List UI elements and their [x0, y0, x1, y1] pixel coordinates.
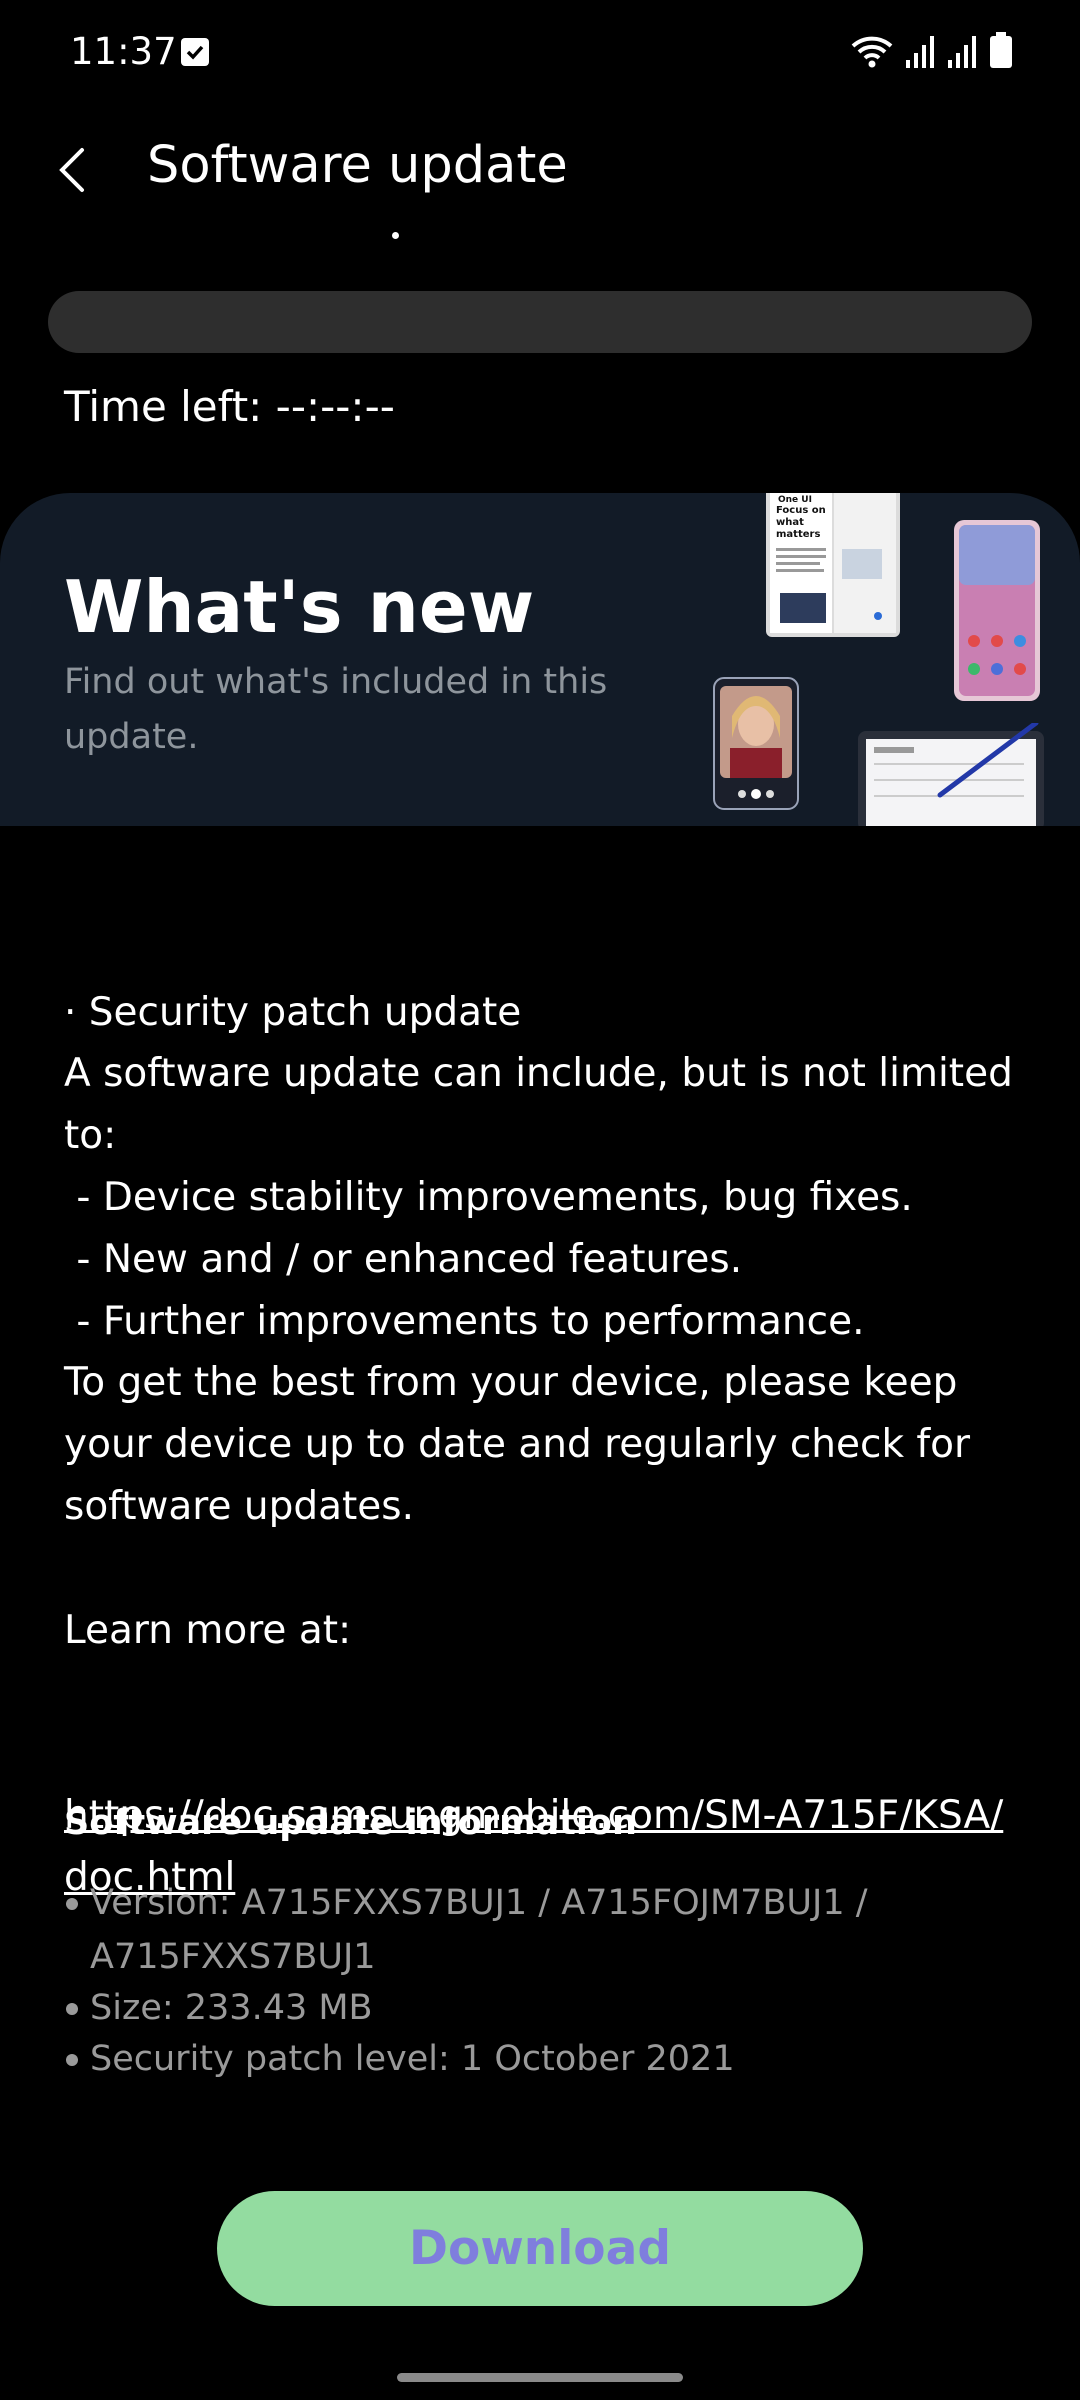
wifi-icon — [850, 34, 894, 72]
release-notes-text: · Security patch update A software update… — [64, 982, 1044, 1662]
app-bar: Software update — [0, 110, 1080, 230]
whats-new-banner: What's new Find out what's included in t… — [0, 493, 1080, 826]
signal-icon — [948, 36, 978, 72]
info-version: Version: A715FXXS7BUJ1 / A715FOJM7BUJ1 /… — [64, 1876, 964, 1984]
info-section-title: Software update information — [64, 1803, 637, 1843]
signal-icon — [906, 36, 936, 72]
info-size: Size: 233.43 MB — [64, 1981, 964, 2035]
release-note-line — [64, 1538, 1044, 1600]
flip-phone-image — [712, 676, 800, 811]
banner-subtitle: Find out what's included in this update. — [64, 662, 608, 757]
foldable-phone-image: One UI Focus on what matters — [766, 493, 900, 643]
battery-icon — [990, 32, 1012, 72]
time-left-label: Time left: --:--:-- — [64, 382, 395, 431]
release-note-line: To get the best from your device, please… — [64, 1360, 983, 1529]
banner-title: What's new — [64, 565, 535, 649]
download-button[interactable]: Download — [217, 2191, 863, 2306]
release-note-line: · Security patch update — [64, 989, 522, 1035]
release-note-line: - New and / or enhanced features. — [64, 1236, 743, 1282]
status-time: 11:37 — [70, 30, 177, 73]
page-title: Software update — [147, 136, 568, 195]
chevron-left-icon[interactable] — [48, 134, 100, 206]
pink-phone-image — [952, 518, 1042, 703]
indicator-dot — [392, 232, 399, 239]
release-note-line: A software update can include, but is no… — [64, 1051, 1026, 1159]
tablet-with-pen-image — [858, 720, 1048, 826]
info-security-patch: Security patch level: 1 October 2021 — [64, 2032, 964, 2086]
phone-brand-text: One UI — [778, 495, 812, 505]
info-list: Version: A715FXXS7BUJ1 / A715FOJM7BUJ1 /… — [64, 1876, 964, 2083]
release-note-line: - Further improvements to performance. — [64, 1298, 865, 1344]
status-icons — [850, 32, 1012, 72]
release-note-line: Learn more at: — [64, 1607, 352, 1653]
status-bar: 11:37 — [0, 0, 1080, 110]
phone-headline-text: Focus on what matters — [776, 505, 826, 540]
download-progress-bar — [48, 291, 1032, 353]
home-indicator[interactable] — [397, 2373, 683, 2382]
release-note-line: - Device stability improvements, bug fix… — [64, 1174, 913, 1220]
check-notification-icon — [181, 38, 209, 66]
